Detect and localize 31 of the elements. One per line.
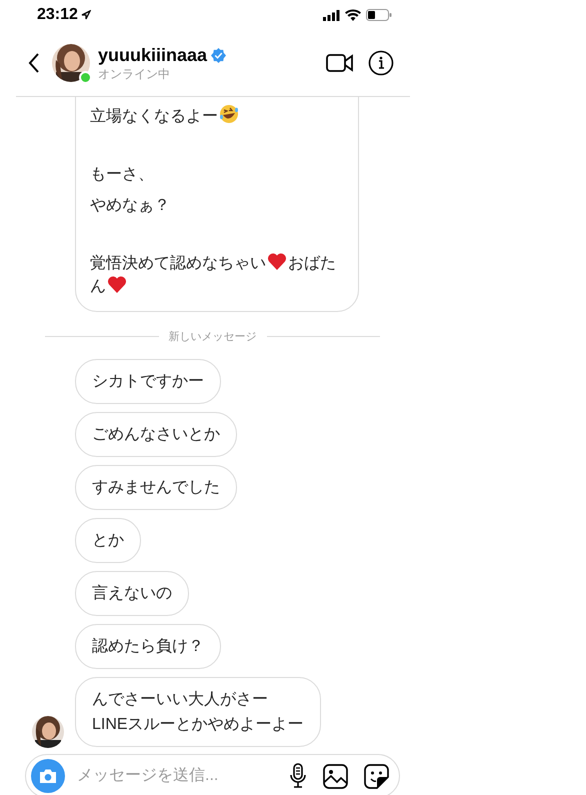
message-input-field[interactable]: メッセージを送信... xyxy=(77,764,257,788)
message-text: 認めたら負け？ xyxy=(92,636,204,657)
status-time: 23:12 xyxy=(37,5,78,25)
sticker-icon[interactable] xyxy=(364,764,389,788)
image-icon[interactable] xyxy=(323,764,348,788)
message-text: すみませんでした xyxy=(92,478,220,498)
microphone-icon[interactable] xyxy=(289,763,307,789)
camera-icon xyxy=(39,768,57,784)
battery-icon xyxy=(366,9,392,21)
location-arrow-icon xyxy=(80,10,91,20)
online-status: オンライン中 xyxy=(98,66,171,82)
new-messages-divider: 新しいメッセージ xyxy=(168,330,258,344)
message-text: もーさ、 やめなぁ？ xyxy=(90,164,171,216)
message-text: とか xyxy=(92,531,124,551)
message-text: シカトですかー xyxy=(92,372,204,392)
back-icon[interactable] xyxy=(28,52,40,74)
wifi-icon xyxy=(345,9,361,21)
message-text: 言えないの xyxy=(92,584,172,604)
camera-button[interactable] xyxy=(31,759,65,793)
message-text: 立場なくなるよー xyxy=(90,104,344,128)
heart-icon xyxy=(107,274,127,294)
message-text: ごめんなさいとか xyxy=(92,425,220,445)
username: yuuukiiinaaa xyxy=(98,44,208,66)
signal-icon xyxy=(323,10,340,20)
video-camera-icon[interactable] xyxy=(326,53,353,73)
message-text: んでさーいい大人がさー LINEスルーとかやめよーよー xyxy=(92,690,304,735)
info-icon[interactable] xyxy=(368,50,394,76)
message-composer[interactable]: メッセージを送信... xyxy=(25,754,400,795)
heart-icon xyxy=(267,252,287,270)
laughing-emoji-icon xyxy=(219,104,239,124)
message-text: 覚悟決めて認めなちゃい おばたん xyxy=(90,252,344,298)
